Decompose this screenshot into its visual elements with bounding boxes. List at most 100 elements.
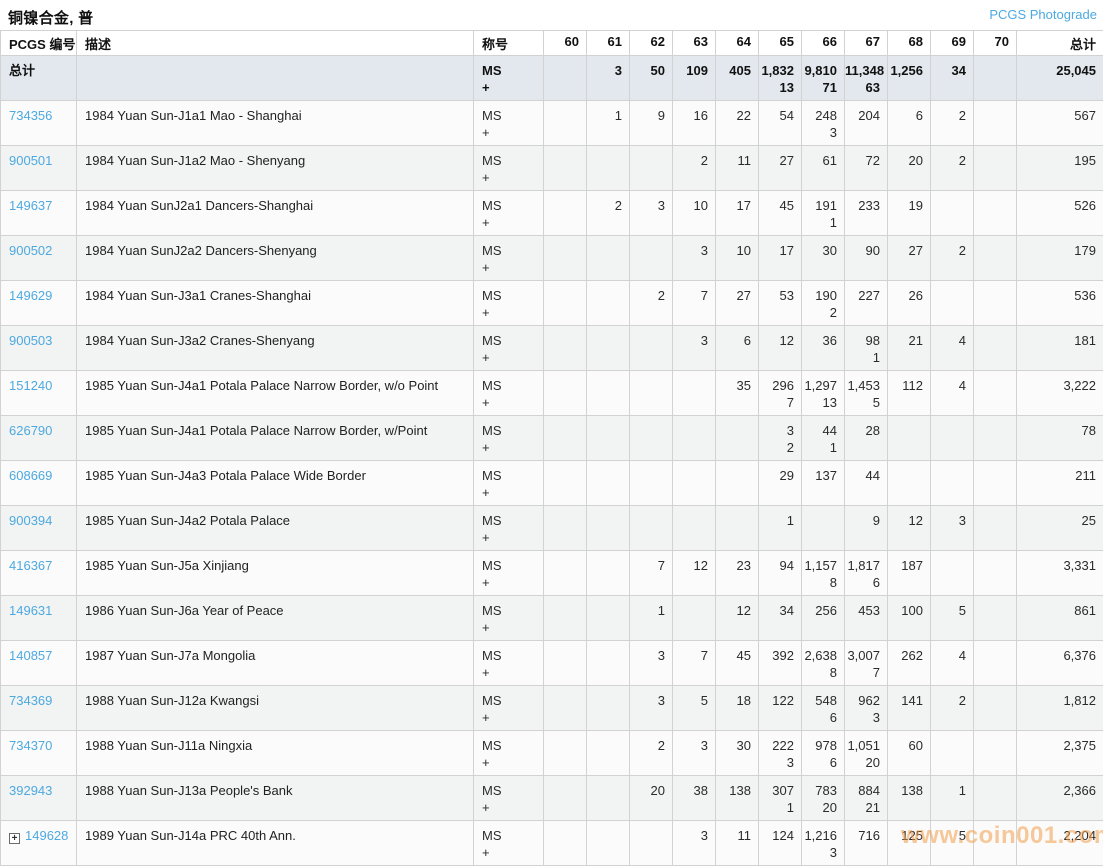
pcgs-number-link[interactable]: 151240 [9,378,52,393]
pcgs-cell: 416367 [0,550,77,596]
grade-cell-68: 125 [887,820,931,866]
grade-cell-69: 2 [930,145,974,191]
grade-count-ms: 27 [908,243,923,258]
grade-count-ms: 23 [736,558,751,573]
header-grade-70: 70 [973,30,1017,56]
designation-cell: MS + [473,55,544,101]
description-cell: 1985 Yuan Sun-J4a2 Potala Palace [76,505,474,551]
grade-count-ms: 29 [779,468,794,483]
grade-cell-67: 1,453 5 [844,370,888,416]
pcgs-cell: 149631 [0,595,77,641]
row-total-cell: 211 [1016,460,1103,506]
grade-cell-63: 38 [672,775,716,821]
grade-cell-68: 141 [887,685,931,731]
pcgs-number-link[interactable]: 626790 [9,423,52,438]
pcgs-number-link[interactable]: 608669 [9,468,52,483]
header-grade-64: 64 [715,30,759,56]
pcgs-number-link[interactable]: 140857 [9,648,52,663]
grade-cell-61 [586,775,630,821]
designation-line: + [482,575,490,590]
grade-count-ms: 7 [657,558,665,573]
pcgs-number-link[interactable]: 149628 [25,828,68,843]
grade-cell-60 [543,550,587,596]
pcgs-number-link[interactable]: 900502 [9,243,52,258]
pcgs-number-link[interactable]: 149631 [9,603,52,618]
pcgs-number-link[interactable]: 734370 [9,738,52,753]
designation-cell: MS + [473,415,544,461]
row-total-cell: 1,812 [1016,685,1103,731]
pcgs-number-link[interactable]: 734356 [9,108,52,123]
grade-count-ms: 548 [815,693,837,708]
grade-cell-60 [543,235,587,281]
grade-count-ms: 1,832 [761,63,794,78]
grade-cell-67: 9 [844,505,888,551]
grade-cell-68: 100 [887,595,931,641]
designation-line: + [482,530,490,545]
grade-cell-64 [715,460,759,506]
grade-cell-63: 7 [672,280,716,326]
grade-cell-67: 1,051 20 [844,730,888,776]
pcgs-number-link[interactable]: 900501 [9,153,52,168]
grade-cell-64: 12 [715,595,759,641]
top-bar: 铜镍合金, 普 PCGS Photograde [0,0,1103,30]
grade-count-ms: 248 [815,108,837,123]
grade-count-ms: 1,157 [804,558,837,573]
grade-cell-69: 5 [930,595,974,641]
grade-cell-62 [629,145,673,191]
pcgs-number-link[interactable]: 900394 [9,513,52,528]
pcgs-number-link[interactable]: 900503 [9,333,52,348]
row-total-cell: 3,331 [1016,550,1103,596]
pcgs-cell: 900503 [0,325,77,371]
grade-cell-69: 4 [930,370,974,416]
designation-line: MS [482,288,502,303]
grade-count-ms: 6 [915,108,923,123]
grade-cell-61 [586,595,630,641]
grade-count-ms: 112 [902,378,923,393]
grade-cell-61 [586,550,630,596]
grade-cell-68: 138 [887,775,931,821]
pcgs-number-link[interactable]: 734369 [9,693,52,708]
grade-count-plus: 3 [786,755,794,770]
grade-count-ms: 20 [650,783,665,798]
grade-count-ms: 233 [858,198,880,213]
grade-cell-60 [543,595,587,641]
description-cell: 1984 Yuan SunJ2a1 Dancers-Shanghai [76,190,474,236]
grade-count-plus: 71 [822,80,837,95]
grade-count-ms: 137 [815,468,837,483]
grade-count-plus: 8 [829,575,837,590]
grade-count-plus: 13 [822,395,837,410]
grade-count-ms: 3 [614,63,622,78]
photograde-link[interactable]: PCGS Photograde [989,7,1097,22]
pcgs-number-link[interactable]: 149629 [9,288,52,303]
grade-count-plus: 2 [786,440,794,455]
table-row: 149631 1986 Yuan Sun-J6a Year of Peace MS +… [0,595,1103,641]
grade-count-ms: 17 [779,243,794,258]
grade-count-ms: 11 [737,828,752,843]
table-row: 608669 1985 Yuan Sun-J4a3 Potala Palace W… [0,460,1103,506]
description-cell: 1988 Yuan Sun-J13a People's Bank [76,775,474,821]
designation-line: + [482,845,490,860]
grade-cell-61 [586,280,630,326]
grade-count-ms: 453 [858,603,880,618]
grade-cell-60 [543,460,587,506]
grade-count-ms: 61 [822,153,837,168]
table-row: 416367 1985 Yuan Sun-J5a Xinjiang MS +7 12 23… [0,550,1103,596]
pcgs-number-link[interactable]: 149637 [9,198,52,213]
designation-line: MS [482,108,502,123]
pcgs-cell: 900394 [0,505,77,551]
grade-cell-67: 204 [844,100,888,146]
grade-count-plus: 21 [865,800,880,815]
expand-icon[interactable]: + [9,833,20,844]
description-cell: 1989 Yuan Sun-J14a PRC 40th Ann. [76,820,474,866]
pcgs-number-link[interactable]: 392943 [9,783,52,798]
designation-line: MS [482,828,502,843]
designation-cell: MS + [473,550,544,596]
grade-cell-64: 6 [715,325,759,371]
grade-count-ms: 5 [700,693,708,708]
pcgs-cell: 149629 [0,280,77,326]
pcgs-number-link[interactable]: 416367 [9,558,52,573]
grade-count-ms: 222 [772,738,794,753]
row-total-cell: 25,045 [1016,55,1103,101]
grade-cell-66: 978 6 [801,730,845,776]
designation-cell: MS + [473,820,544,866]
